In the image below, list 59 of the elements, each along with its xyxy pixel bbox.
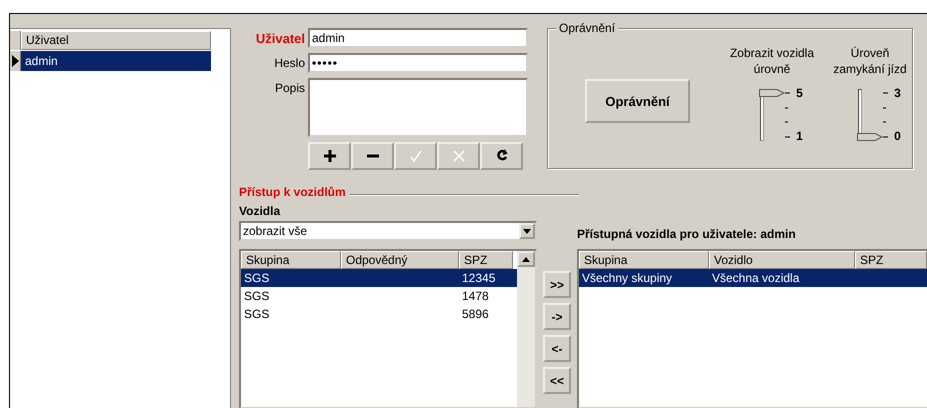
dropdown-arrow-icon — [523, 228, 531, 234]
column-header[interactable]: Uživatel — [21, 31, 211, 50]
group-title: Oprávnění — [556, 21, 618, 35]
table-cell: Všechna vozidla — [712, 271, 800, 285]
slider-thumb[interactable] — [759, 89, 786, 97]
field-label: Heslo — [273, 55, 305, 72]
column-header[interactable]: Skupina — [579, 251, 709, 269]
slider-track[interactable] — [759, 89, 786, 141]
column-header[interactable]: SPZ — [855, 251, 927, 269]
tick-marks — [785, 92, 790, 138]
password-field[interactable]: ••••• — [308, 53, 528, 73]
tick-label: 1 — [796, 130, 803, 143]
table-cell: SGS — [244, 307, 270, 321]
table-cell: 12345 — [462, 271, 496, 285]
tick-label: 0 — [894, 130, 901, 143]
slider-thumb[interactable] — [857, 133, 884, 141]
table-row[interactable]: SGS 5896 — [241, 305, 517, 323]
field-label: Uživatel — [254, 30, 305, 48]
table-cell: Všechny skupiny — [582, 271, 672, 285]
description-field[interactable] — [308, 78, 528, 137]
user-row[interactable]: admin — [21, 51, 211, 71]
column-header[interactable]: Odpovědný — [341, 251, 459, 269]
column-header[interactable]: SPZ — [459, 251, 513, 269]
add-button[interactable] — [308, 142, 351, 170]
section-title: Přístup k vozidlům — [239, 185, 346, 199]
table-row[interactable]: Všechny skupiny Všechna vozidla — [579, 269, 927, 287]
tick-label: 5 — [796, 87, 803, 100]
move-button[interactable]: <- — [543, 335, 571, 362]
refresh-icon — [494, 149, 508, 163]
table-cell: 1478 — [462, 289, 489, 303]
table-cell: SGS — [244, 271, 270, 285]
column-header[interactable]: Skupina — [241, 251, 341, 269]
table-row[interactable]: SGS 1478 — [241, 287, 517, 305]
row-pointer-icon — [12, 55, 18, 67]
vehicles-label: Vozidla — [239, 204, 282, 218]
slider-label: Úroveň zamykání jízd — [832, 45, 908, 78]
table-cell: 5896 — [462, 307, 489, 321]
table-cell: SGS — [244, 289, 270, 303]
cross-icon — [452, 149, 466, 163]
field-label: Popis — [274, 80, 305, 97]
move-button[interactable]: << — [543, 367, 571, 394]
assigned-title: Přístupná vozidla pro uživatele: admin — [577, 227, 797, 241]
slider-track[interactable] — [857, 89, 884, 141]
check-icon — [408, 149, 422, 163]
column-header[interactable]: Vozidlo — [709, 251, 855, 269]
remove-button[interactable] — [351, 142, 394, 170]
slider-label: Zobrazit vozidla úrovně — [728, 45, 816, 78]
username-field[interactable]: admin — [308, 28, 528, 48]
refresh-button[interactable] — [480, 142, 523, 170]
tick-marks — [883, 92, 888, 138]
tick-label: 3 — [894, 87, 901, 100]
plus-icon — [322, 149, 336, 163]
scroll-up-icon — [522, 256, 530, 262]
table-row[interactable]: SGS 12345 — [241, 269, 517, 287]
move-button[interactable]: >> — [543, 271, 571, 298]
move-button[interactable]: -> — [543, 303, 571, 330]
permissions-button[interactable]: Oprávnění — [585, 79, 690, 123]
filter-dropdown[interactable]: zobrazit vše — [239, 221, 537, 241]
scrollbar[interactable] — [517, 251, 535, 407]
